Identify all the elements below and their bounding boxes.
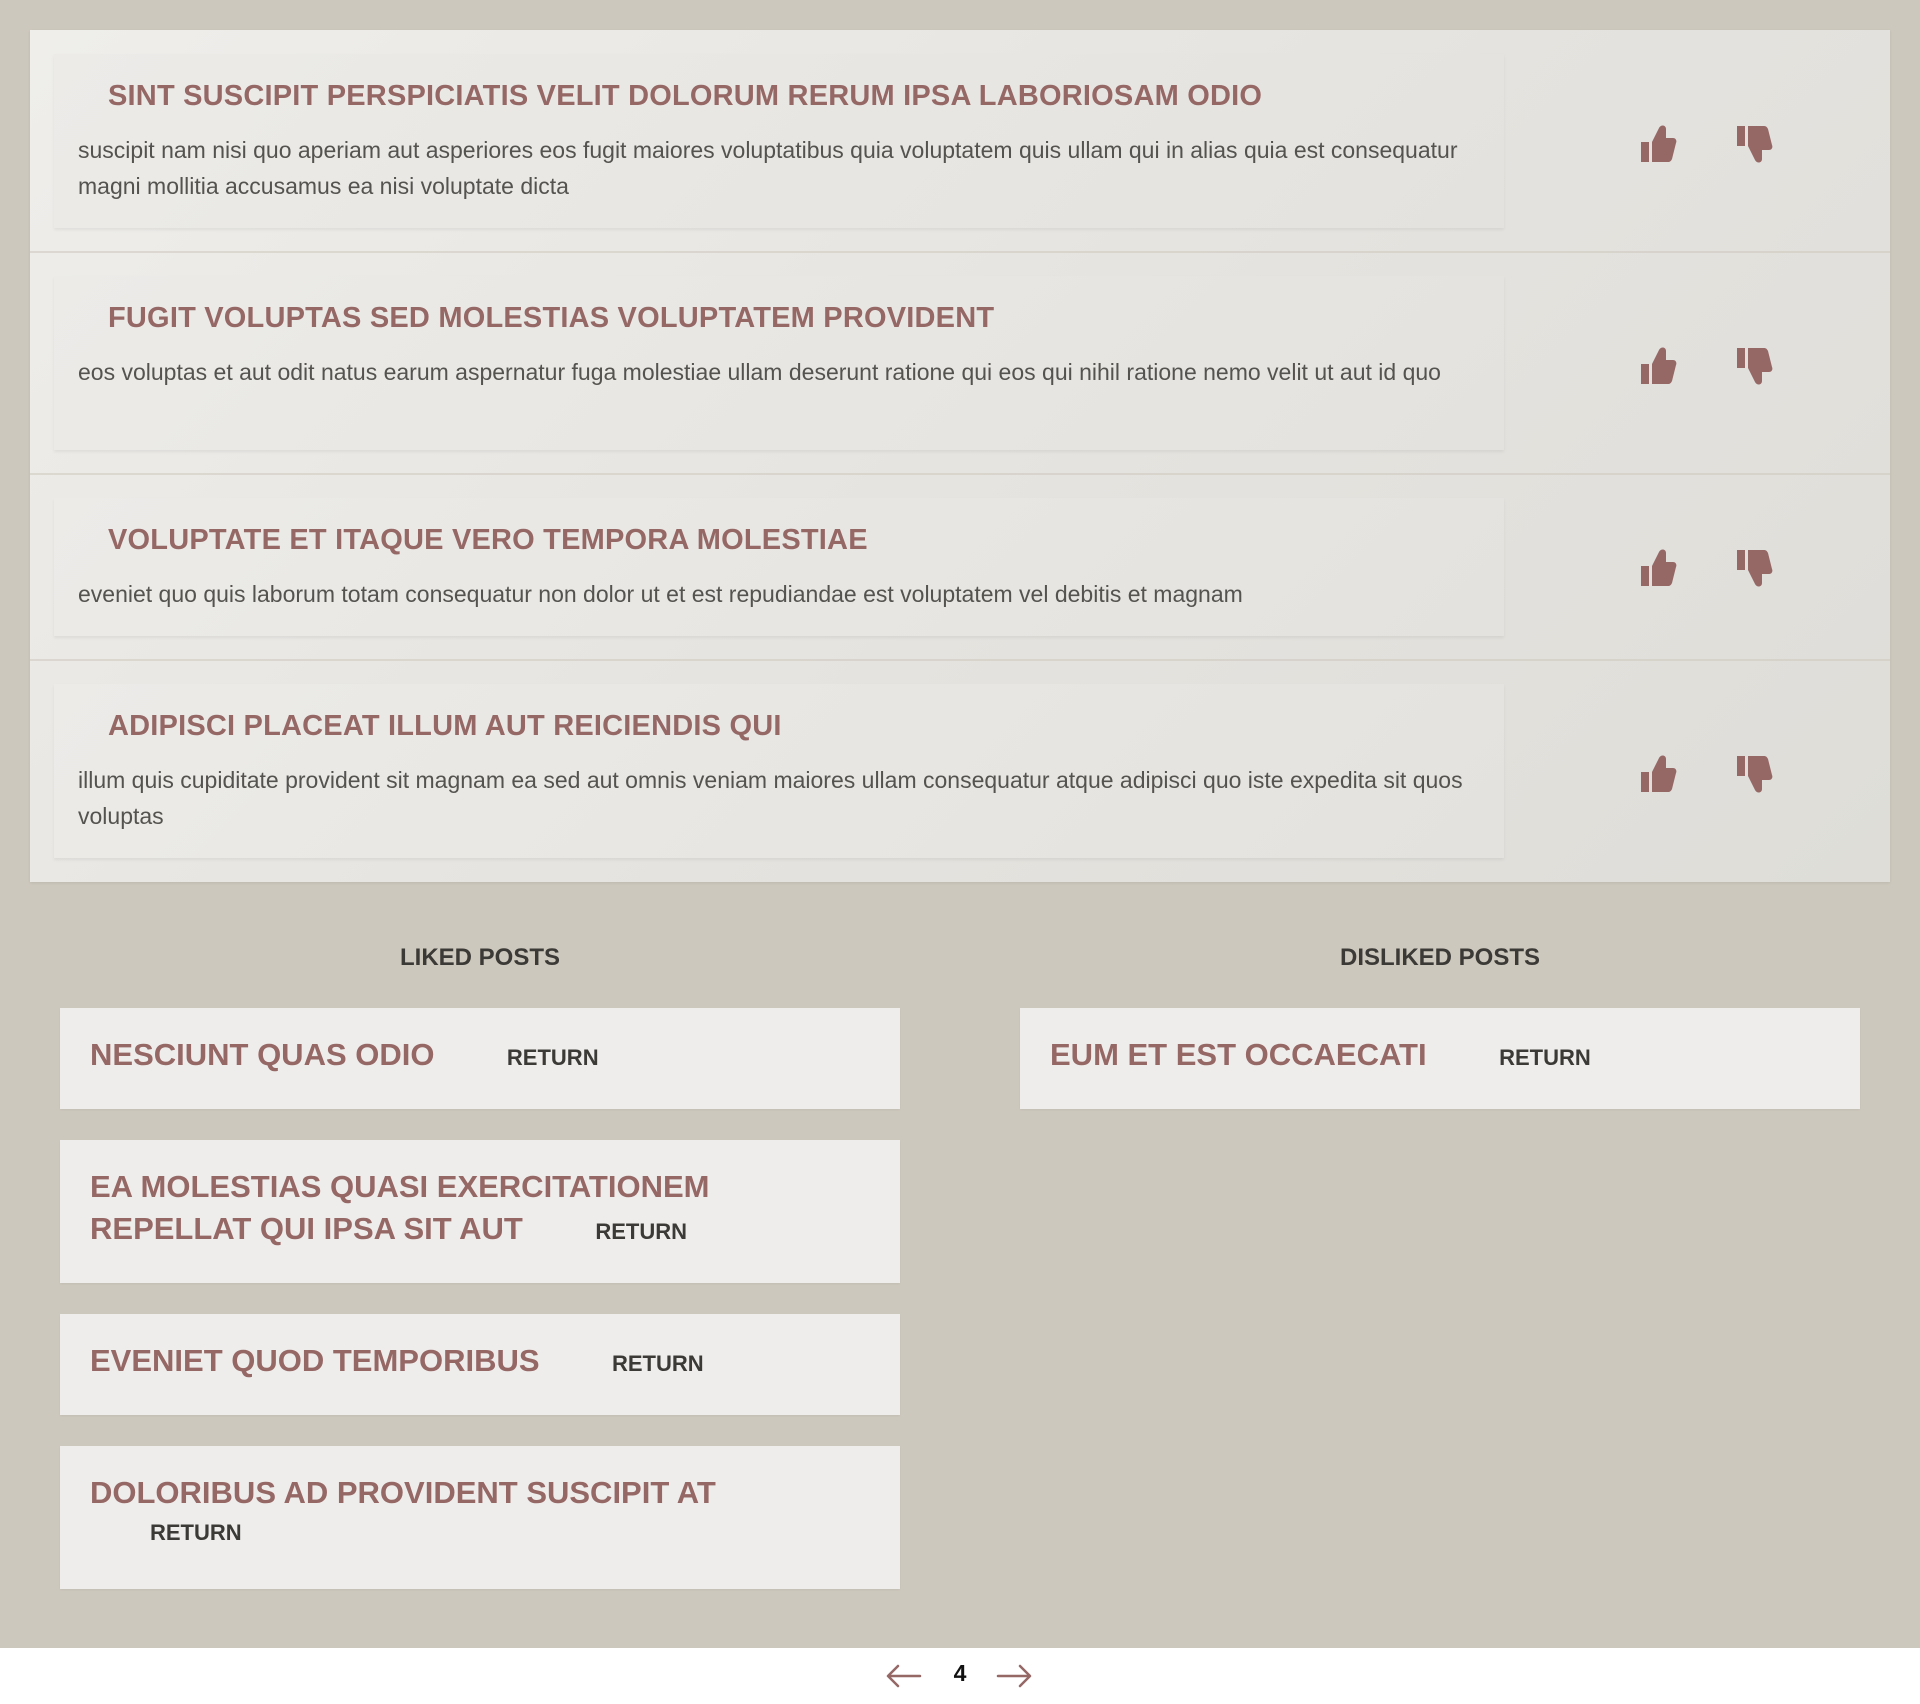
post-title: FUGIT VOLUPTAS SED MOLESTIAS VOLUPTATEM … (108, 302, 995, 334)
dislike-button[interactable] (1733, 546, 1773, 590)
liked-post-card: EVENIET QUOD TEMPORIBUS RETURN (60, 1314, 900, 1415)
liked-post-card: NESCIUNT QUAS ODIO RETURN (60, 1008, 900, 1109)
return-button[interactable]: RETURN (612, 1351, 704, 1377)
disliked-post-card: EUM ET EST OCCAECATI RETURN (1020, 1008, 1860, 1109)
current-page-number: 4 (953, 1660, 967, 1686)
post-row: VOLUPTATE ET ITAQUE VERO TEMPORA MOLESTI… (30, 474, 1890, 660)
post-body: illum quis cupiditate provident sit magn… (78, 767, 1463, 829)
like-button[interactable] (1637, 546, 1677, 590)
post-title: VOLUPTATE ET ITAQUE VERO TEMPORA MOLESTI… (108, 524, 868, 556)
pagination: 4 (0, 1648, 1920, 1704)
liked-post-card: DOLORIBUS AD PROVIDENT SUSCIPIT AT RETUR… (60, 1446, 900, 1589)
thumbs-up-icon (1641, 347, 1677, 384)
like-button[interactable] (1637, 752, 1677, 796)
post-title: SINT SUSCIPIT PERSPICIATIS VELIT DOLORUM… (108, 80, 1263, 112)
post-body: suscipit nam nisi quo aperiam aut asperi… (78, 137, 1458, 199)
thumbs-down-icon (1737, 348, 1773, 385)
thumbs-down-icon (1737, 126, 1773, 163)
post-body: eveniet quo quis laborum totam consequat… (78, 581, 1243, 607)
post-card: FUGIT VOLUPTAS SED MOLESTIAS VOLUPTATEM … (54, 276, 1504, 450)
return-button[interactable]: RETURN (595, 1219, 687, 1245)
thumbs-up-icon (1641, 755, 1677, 792)
dislike-button[interactable] (1733, 752, 1773, 796)
like-button[interactable] (1637, 344, 1677, 388)
return-button[interactable]: RETURN (507, 1045, 599, 1071)
post-title: ADIPISCI PLACEAT ILLUM AUT REICIENDIS QU… (108, 710, 782, 742)
prev-page-button[interactable] (886, 1662, 922, 1690)
arrow-left-icon (886, 1664, 922, 1688)
thumbs-down-icon (1737, 756, 1773, 793)
return-button[interactable]: RETURN (150, 1520, 242, 1546)
arrow-right-icon (996, 1664, 1032, 1688)
liked-post-title: DOLORIBUS AD PROVIDENT SUSCIPIT AT (90, 1475, 716, 1510)
thumbs-up-icon (1641, 125, 1677, 162)
liked-posts-heading: LIKED POSTS (399, 944, 561, 971)
dislike-button[interactable] (1733, 344, 1773, 388)
next-page-button[interactable] (996, 1662, 1032, 1690)
dislike-button[interactable] (1733, 122, 1773, 166)
like-button[interactable] (1637, 122, 1677, 166)
disliked-post-title: EUM ET EST OCCAECATI (1050, 1037, 1427, 1072)
post-body: eos voluptas et aut odit natus earum asp… (78, 359, 1441, 385)
disliked-posts-heading: DISLIKED POSTS (1339, 944, 1541, 971)
posts-panel: SINT SUSCIPIT PERSPICIATIS VELIT DOLORUM… (30, 30, 1890, 882)
post-row: FUGIT VOLUPTAS SED MOLESTIAS VOLUPTATEM … (30, 252, 1890, 474)
liked-post-title: EVENIET QUOD TEMPORIBUS (90, 1343, 540, 1378)
post-card: VOLUPTATE ET ITAQUE VERO TEMPORA MOLESTI… (54, 498, 1504, 636)
return-button[interactable]: RETURN (1499, 1045, 1591, 1071)
liked-post-card: EA MOLESTIAS QUASI EXERCITATIONEM REPELL… (60, 1140, 900, 1283)
liked-post-title: NESCIUNT QUAS ODIO (90, 1037, 435, 1072)
post-card: SINT SUSCIPIT PERSPICIATIS VELIT DOLORUM… (54, 54, 1504, 228)
post-row: ADIPISCI PLACEAT ILLUM AUT REICIENDIS QU… (30, 660, 1890, 882)
post-row: SINT SUSCIPIT PERSPICIATIS VELIT DOLORUM… (30, 30, 1890, 252)
thumbs-up-icon (1641, 549, 1677, 586)
thumbs-down-icon (1737, 550, 1773, 587)
post-card: ADIPISCI PLACEAT ILLUM AUT REICIENDIS QU… (54, 684, 1504, 858)
